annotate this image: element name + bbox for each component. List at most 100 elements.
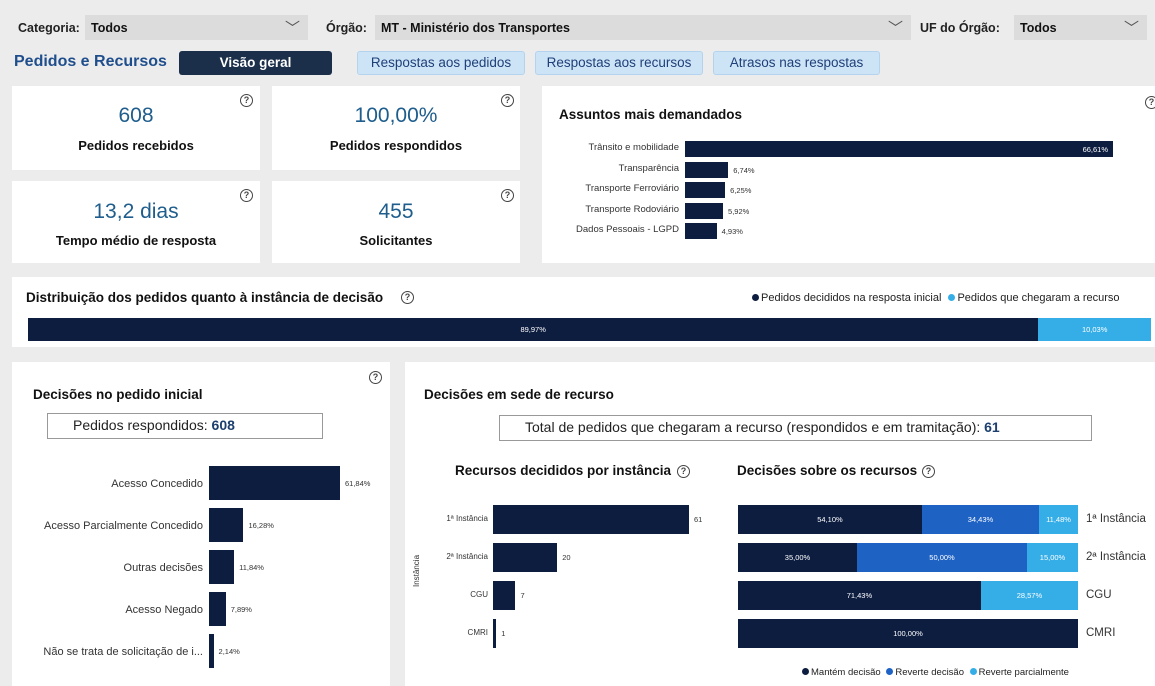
kpi-label: Pedidos recebidos: [78, 138, 194, 153]
assunto-label: Transporte Ferroviário: [585, 183, 679, 194]
help-icon[interactable]: ?: [369, 371, 382, 384]
legend-dot-mid: [886, 668, 894, 675]
legend-label: Pedidos que chegaram a recurso: [957, 292, 1120, 304]
decisoes-inicial-title: Decisões no pedido inicial: [33, 387, 203, 402]
legend-dot-dark: [752, 294, 759, 301]
decisoes-inicial-card: ? Decisões no pedido inicial Pedidos res…: [12, 362, 390, 686]
total-recurso-box: Total de pedidos que chegaram a recurso …: [499, 415, 1092, 441]
filter-bar: Categoria: Todos ﹀ Órgão: MT - Ministéri…: [0, 0, 1155, 46]
decisao-recurso-row-label: CGU: [1086, 589, 1112, 601]
legend-label: Pedidos decididos na resposta inicial: [761, 292, 942, 304]
tab-atrasos[interactable]: Atrasos nas respostas: [713, 51, 880, 75]
assunto-value: 5,92%: [728, 206, 750, 216]
instancia-bar: [493, 619, 497, 648]
instancia-label: 1ª Instância: [446, 514, 488, 523]
kpi-tempo-medio: ? 13,2 dias Tempo médio de resposta: [12, 181, 260, 263]
distribuicao-value: 89,97%: [520, 325, 546, 334]
kpi-value: 13,2 dias: [93, 200, 179, 223]
assunto-bar: [685, 161, 729, 178]
instancia-label: CGU: [470, 590, 488, 599]
legend-dot-light: [969, 668, 977, 675]
uf-select[interactable]: Todos ﹀: [1014, 15, 1147, 40]
assunto-value: 6,74%: [733, 165, 755, 175]
assunto-label: Transparência: [618, 162, 679, 174]
instancia-value: 7: [520, 591, 525, 600]
legend-label: Reverte parcialmente: [978, 667, 1069, 678]
kpi-pedidos-recebidos: ? 608 Pedidos recebidos: [12, 86, 260, 170]
decisoes-legend: Mantém decisão Reverte decisão Reverte p…: [802, 667, 1069, 678]
assunto-value: 66,61%: [1082, 145, 1108, 154]
decisao-label: Acesso Negado: [125, 604, 203, 616]
kpi-value: 608: [118, 104, 154, 127]
box-value: 608: [211, 417, 235, 433]
categoria-select[interactable]: Todos ﹀: [85, 15, 308, 40]
assunto-label: Transporte Rodoviário: [585, 203, 679, 215]
assunto-bar: [685, 182, 726, 198]
instancia-chart-title: Recursos decididos por instância: [455, 463, 672, 478]
assunto-label: Dados Pessoais - LGPD: [576, 224, 679, 235]
decisao-recurso-value: 15,00%: [1039, 553, 1066, 562]
decisao-label: Não se trata de solicitação de i...: [43, 646, 203, 658]
assunto-bar: [685, 223, 717, 239]
legend-label: Mantém decisão: [811, 667, 881, 678]
instancia-label: 2ª Instância: [446, 552, 488, 561]
box-value: 61: [984, 419, 1000, 435]
help-icon[interactable]: ?: [401, 291, 414, 304]
assunto-value: 6,25%: [730, 186, 752, 195]
tab-respostas-recursos[interactable]: Respostas aos recursos: [535, 51, 703, 75]
tab-visao-geral[interactable]: Visão geral: [179, 51, 332, 75]
decisao-bar: [209, 592, 226, 626]
decisao-label: Acesso Concedido: [111, 478, 203, 490]
decisao-value: 7,89%: [230, 605, 252, 614]
instancia-bar: [493, 543, 558, 572]
decisao-value: 61,84%: [345, 479, 371, 488]
instancia-bar: [493, 581, 516, 610]
tab-respostas-pedidos[interactable]: Respostas aos pedidos: [357, 51, 525, 75]
decisao-recurso-value: 28,57%: [1016, 591, 1043, 600]
decisao-recurso-value: 71,43%: [846, 591, 873, 600]
page-title: Pedidos e Recursos: [14, 53, 167, 70]
decisao-label: Acesso Parcialmente Concedido: [44, 520, 203, 532]
assunto-value: 4,93%: [721, 227, 743, 236]
legend-dot-dark: [802, 668, 809, 675]
uf-label: UF do Órgão:: [920, 21, 1000, 35]
decisao-bar: [209, 634, 214, 668]
decisao-recurso-value: 50,00%: [929, 553, 955, 562]
distribuicao-legend: Pedidos decididos na resposta inicial Pe…: [752, 292, 1120, 304]
kpi-pedidos-respondidos: ? 100,00% Pedidos respondidos: [272, 86, 520, 170]
recurso-title: Decisões em sede de recurso: [424, 387, 614, 402]
help-icon[interactable]: ?: [1145, 96, 1155, 109]
instancia-label: CMRI: [467, 628, 488, 637]
decisao-recurso-value: 54,10%: [817, 515, 843, 524]
decisao-label: Outras decisões: [123, 562, 203, 574]
decisao-recurso-value: 100,00%: [893, 629, 923, 638]
decisao-recurso-row-label: 1ª Instância: [1086, 513, 1146, 525]
assunto-bar: [685, 202, 724, 219]
categoria-value: Todos: [91, 21, 128, 35]
kpi-value: 100,00%: [354, 104, 438, 127]
box-label: Pedidos respondidos:: [73, 417, 208, 433]
instancia-bar: [493, 505, 689, 534]
decisao-recurso-value: 35,00%: [784, 553, 811, 562]
instancia-value: 61: [694, 515, 703, 524]
kpi-solicitantes: ? 455 Solicitantes: [272, 181, 520, 263]
assuntos-card: ? Assuntos mais demandados Trânsito e mo…: [542, 86, 1155, 263]
assunto-label: Trânsito e mobilidade: [588, 142, 679, 153]
assunto-bar: [685, 141, 1113, 157]
legend-label: Reverte decisão: [895, 667, 964, 678]
help-icon[interactable]: ?: [922, 465, 935, 478]
chevron-down-icon: ﹀: [284, 20, 300, 37]
orgao-label: Órgão:: [326, 21, 367, 35]
chevron-down-icon: ﹀: [887, 20, 903, 37]
uf-value: Todos: [1020, 21, 1057, 35]
decisao-recurso-row-label: CMRI: [1086, 627, 1116, 639]
help-icon[interactable]: ?: [677, 465, 690, 478]
decisao-value: 16,28%: [248, 521, 274, 530]
distribuicao-value: 10,03%: [1081, 325, 1108, 334]
instancia-value: 20: [562, 553, 571, 562]
orgao-value: MT - Ministério dos Transportes: [381, 21, 570, 35]
kpi-label: Solicitantes: [359, 233, 433, 248]
decisao-value: 11,84%: [239, 563, 264, 572]
kpi-value: 455: [378, 200, 414, 223]
orgao-select[interactable]: MT - Ministério dos Transportes ﹀: [375, 15, 911, 40]
